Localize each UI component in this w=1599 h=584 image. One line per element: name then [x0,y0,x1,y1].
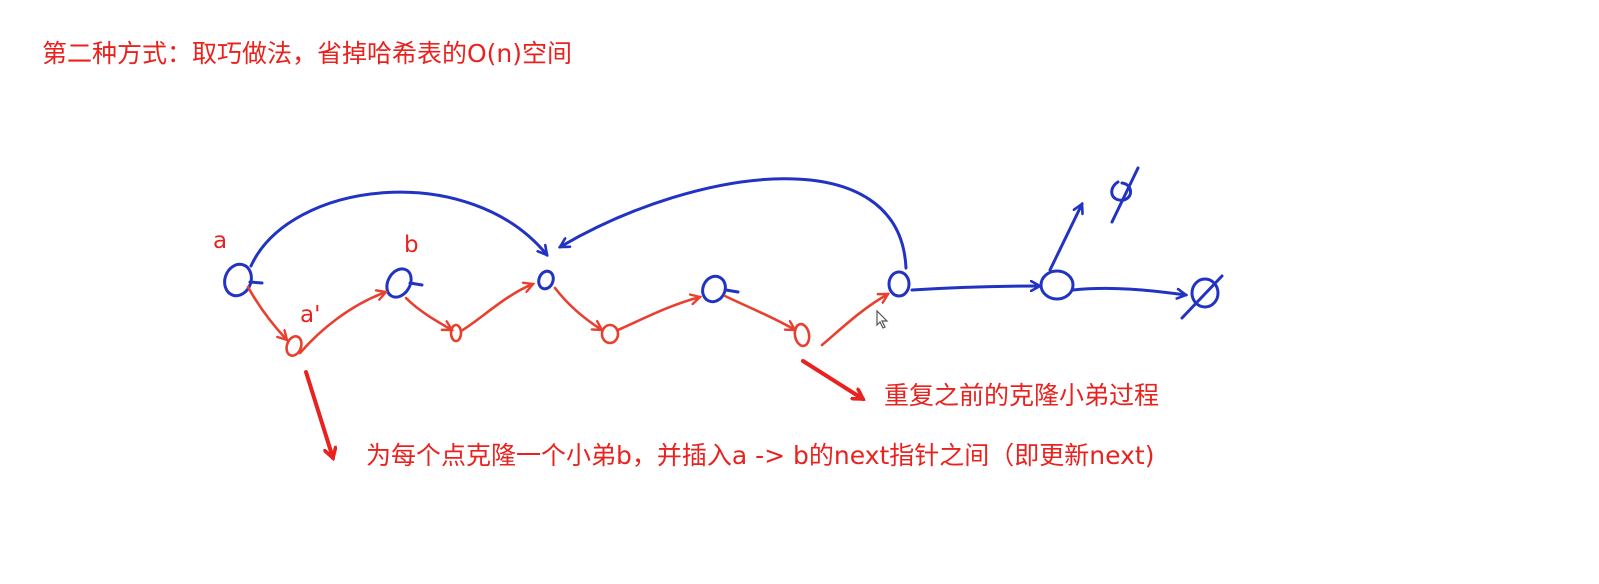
node-6 [1039,269,1075,301]
clone-node-3 [600,323,620,345]
annotation-arrow-repeat [801,359,863,401]
note-repeat-clone: 重复之前的克隆小弟过程 [884,381,1160,410]
next-b-to-clone [404,296,452,332]
random-pointer-a [249,190,547,268]
node-5 [887,270,911,298]
next-clone-to-3 [459,284,533,333]
node-label-a-prime: a' [300,302,321,328]
linked-list-diagram [223,166,1224,584]
node-4-tick [724,288,740,294]
next-a-to-clone [246,285,287,340]
next-clone-to-4 [616,297,700,332]
next-pointer-5-6 [910,286,1040,290]
next-4-to-clone [723,294,795,332]
clone-node-4 [793,322,811,348]
note-clone-insert: 为每个点克隆一个小弟b，并插入a -> b的next指针之间（即更新next) [366,441,1155,470]
node-3 [537,269,555,291]
node-a-tick [248,280,264,285]
clone-node-a-prime [285,335,303,357]
next-pointer-6-null [1071,286,1186,295]
null-symbol-top-strike [1110,166,1140,224]
annotation-arrow-clone [304,370,333,458]
mouse-cursor-icon [876,309,889,329]
clone-node-2 [449,323,463,343]
node-4 [701,274,727,304]
random-pointer-5 [560,177,908,270]
node-label-b: b [404,232,419,258]
node-label-a: a [213,228,228,254]
node-b-tick [408,281,424,287]
next-3-to-clone [553,286,602,330]
random-pointer-6 [1048,204,1082,272]
